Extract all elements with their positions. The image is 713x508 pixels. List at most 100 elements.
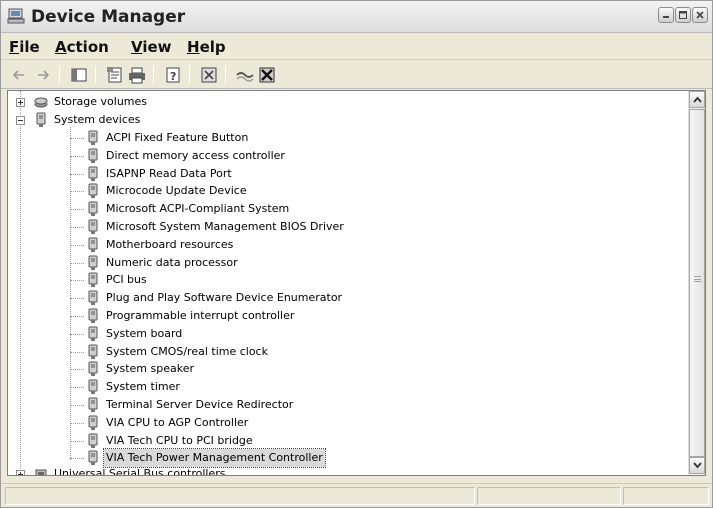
tree-item-device[interactable]: Microsoft System Management BIOS Driver — [8, 218, 408, 236]
system-device-icon — [88, 272, 98, 288]
tree-item-label: System timer — [106, 380, 180, 394]
tree-item-device[interactable]: Numeric data processor — [8, 254, 408, 272]
tree-connector — [70, 155, 84, 157]
tree-connector — [70, 191, 84, 193]
system-device-icon — [88, 308, 98, 323]
tree-item-label: ACPI Fixed Feature Button — [106, 131, 249, 144]
tree-connector — [70, 333, 84, 335]
menu-action[interactable]: Action — [55, 38, 109, 56]
tree-item-device[interactable]: System board — [8, 325, 408, 343]
tree-connector — [70, 173, 84, 175]
device-tree-pane: Storage volumes System devices ACPI Fixe… — [7, 90, 706, 476]
tree-connector — [70, 262, 84, 264]
tree-item-label: ISAPNP Read Data Port — [106, 166, 232, 180]
svg-text:?: ? — [170, 70, 176, 83]
tree-connector — [70, 244, 84, 246]
status-panel-main — [5, 487, 475, 505]
tree-item-label: Storage volumes — [54, 95, 148, 108]
system-device-icon — [88, 130, 98, 145]
system-device-icon — [88, 361, 98, 377]
scroll-down-button[interactable] — [689, 457, 705, 474]
tree-item-usb-controllers[interactable]: Universal Serial Bus controllers — [8, 465, 408, 475]
menu-action-label: ction — [66, 38, 109, 56]
tree-item-label: Motherboard resources — [106, 237, 234, 251]
tree-connector — [70, 422, 84, 424]
print-icon[interactable] — [127, 65, 147, 85]
tree-item-device[interactable]: System speaker — [8, 360, 408, 378]
tree-item-device[interactable]: VIA CPU to AGP Controller — [8, 414, 408, 432]
tree-item-device[interactable]: System timer — [8, 378, 408, 396]
tree-item-label: System speaker — [106, 362, 195, 376]
device-manager-window: Device Manager File Action View Help ? S… — [0, 0, 713, 508]
tree-connector — [70, 227, 84, 228]
tree-item-device[interactable]: Microsoft ACPI-Compliant System — [8, 200, 408, 218]
forward-arrow-icon[interactable] — [33, 65, 53, 85]
tree-item-device[interactable]: VIA Tech CPU to PCI bridge — [8, 432, 408, 450]
tree-item-label: System board — [106, 326, 183, 340]
scan-hardware-icon[interactable] — [199, 65, 219, 85]
toolbar-separator — [95, 66, 96, 84]
close-button[interactable] — [692, 7, 708, 23]
chevron-up-icon — [693, 96, 702, 103]
tree-item-device[interactable]: Terminal Server Device Redirector — [8, 396, 408, 414]
menu-view-mnemonic: V — [131, 38, 143, 56]
properties-icon[interactable] — [105, 65, 125, 85]
maximize-button[interactable] — [675, 7, 691, 23]
show-hide-console-tree-icon[interactable] — [69, 65, 89, 85]
scroll-thumb[interactable] — [689, 109, 705, 457]
tree-item-device[interactable]: Direct memory access controller — [8, 147, 408, 165]
tree-item-storage-volumes[interactable]: Storage volumes — [8, 93, 408, 111]
tree-item-label: Microsoft ACPI-Compliant System — [106, 202, 290, 216]
system-device-icon — [36, 112, 46, 127]
vertical-scrollbar[interactable] — [688, 91, 705, 475]
menu-action-mnemonic: A — [55, 38, 67, 56]
menu-bar: File Action View Help — [1, 34, 712, 60]
tree-item-system-devices[interactable]: System devices — [8, 111, 408, 129]
toolbar-separator — [225, 66, 226, 84]
menu-file[interactable]: File — [9, 38, 40, 56]
tree-connector — [70, 209, 84, 211]
status-bar — [1, 483, 712, 507]
system-device-icon — [88, 326, 98, 341]
menu-help[interactable]: Help — [187, 38, 226, 56]
tree-item-device[interactable]: Motherboard resources — [8, 236, 408, 254]
tree-item-device[interactable]: Plug and Play Software Device Enumerator — [8, 289, 408, 307]
minimize-icon — [663, 16, 669, 18]
menu-help-label: elp — [199, 38, 226, 56]
tree-item-device[interactable]: System CMOS/real time clock — [8, 343, 408, 361]
tree-connector — [70, 440, 84, 442]
toolbar: ? — [1, 61, 712, 89]
window-controls — [658, 7, 708, 27]
tree-connector — [70, 298, 84, 300]
minimize-button[interactable] — [658, 7, 674, 23]
tree-item-device[interactable]: ACPI Fixed Feature Button — [8, 129, 408, 147]
system-device-icon — [88, 379, 98, 395]
usb-icon — [35, 469, 47, 475]
collapse-system-devices[interactable] — [16, 116, 25, 125]
system-device-icon — [88, 290, 98, 306]
tree-item-device[interactable]: PCI bus — [8, 271, 408, 289]
scroll-up-button[interactable] — [689, 91, 705, 108]
menu-view-label: iew — [142, 38, 172, 56]
status-panel-secondary — [477, 487, 621, 505]
help-icon[interactable]: ? — [163, 65, 183, 85]
tree-item-label: System CMOS/real time clock — [106, 344, 268, 358]
tree-item-label: Numeric data processor — [106, 255, 238, 269]
title-bar[interactable]: Device Manager — [1, 1, 712, 33]
update-driver-icon[interactable] — [235, 65, 255, 85]
tree-item-device[interactable]: Microcode Update Device — [8, 182, 408, 200]
device-tree: Storage volumes System devices ACPI Fixe… — [8, 91, 688, 475]
tree-item-label: VIA CPU to AGP Controller — [106, 415, 249, 429]
expand-usb-controllers[interactable] — [16, 470, 25, 475]
window-title: Device Manager — [31, 7, 186, 27]
menu-view[interactable]: View — [131, 38, 172, 56]
tree-item-device[interactable]: ISAPNP Read Data Port — [8, 165, 408, 183]
tree-connector — [70, 458, 84, 460]
back-arrow-icon[interactable] — [9, 65, 29, 85]
tree-item-device[interactable]: Programmable interrupt controller — [8, 307, 408, 325]
uninstall-icon[interactable] — [257, 65, 277, 85]
device-manager-icon — [7, 8, 25, 24]
toolbar-separator — [189, 66, 190, 84]
expand-storage-volumes[interactable] — [16, 98, 25, 107]
chevron-down-icon — [693, 462, 702, 469]
